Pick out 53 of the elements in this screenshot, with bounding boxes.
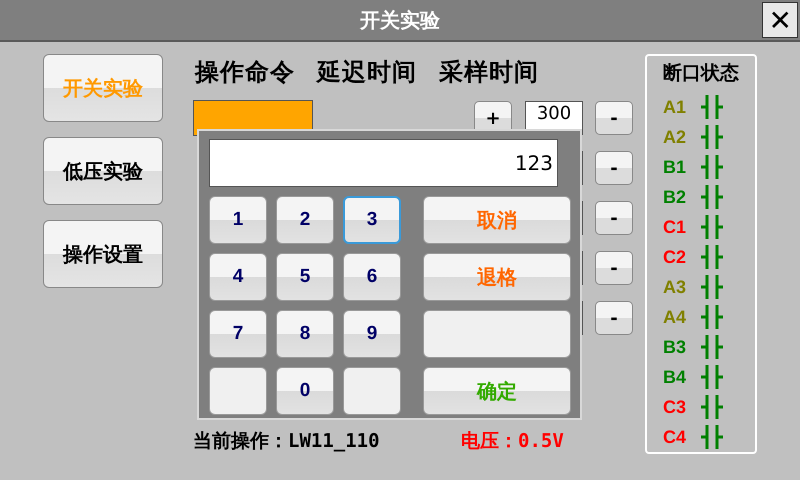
breaker-label: C3 [663,396,688,418]
current-operation-text: 当前操作：LW11_110 [193,429,381,454]
blank-key[interactable] [343,367,401,415]
contact-icon [699,155,725,179]
close-button[interactable]: ✕ [762,2,798,38]
breaker-label: A4 [663,306,688,328]
blank-button[interactable] [423,310,571,358]
contact-icon [699,215,725,239]
window-title: 开关实验 [360,6,440,34]
digit-key[interactable]: 2 [276,196,334,244]
breaker-label: B3 [663,336,688,358]
minus-button[interactable]: - [595,151,633,185]
contact-icon [699,275,725,299]
minus-button[interactable]: - [595,251,633,285]
contact-icon [699,305,725,329]
digit-key[interactable]: 7 [209,310,267,358]
contact-icon [699,335,725,359]
nav-button[interactable]: 操作设置 [43,220,163,288]
contact-icon [699,365,725,389]
contact-icon [699,95,725,119]
minus-button[interactable]: - [595,201,633,235]
digit-key[interactable]: 8 [276,310,334,358]
column-header: 操作命令 [195,57,295,88]
voltage-text: 电压：0.5V [461,429,564,454]
minus-button[interactable]: - [595,101,633,135]
digit-key[interactable]: 6 [343,253,401,301]
breaker-label: B1 [663,156,688,178]
minus-button[interactable]: - [595,301,633,335]
blank-key[interactable] [209,367,267,415]
breaker-label: C2 [663,246,688,268]
digit-key[interactable]: 0 [276,367,334,415]
contact-icon [699,125,725,149]
breaker-label: C4 [663,426,688,448]
breaker-label: C1 [663,216,688,238]
digit-key[interactable]: 4 [209,253,267,301]
contact-icon [699,425,725,449]
digit-key[interactable]: 5 [276,253,334,301]
contact-icon [699,245,725,269]
breaker-label: B4 [663,366,688,388]
column-header: 延迟时间 [317,57,417,88]
column-header: 采样时间 [439,57,539,88]
digit-key[interactable]: 9 [343,310,401,358]
breaker-label: A1 [663,96,688,118]
digit-key[interactable]: 1 [209,196,267,244]
panel-title: 断口状态 [663,61,739,86]
contact-icon [699,395,725,419]
keypad-display[interactable]: 123 [209,139,558,187]
breaker-label: B2 [663,186,688,208]
breaker-label: A2 [663,126,688,148]
nav-button[interactable]: 低压实验 [43,137,163,205]
contact-icon [699,185,725,209]
digit-key[interactable]: 3 [343,196,401,244]
breaker-label: A3 [663,276,688,298]
